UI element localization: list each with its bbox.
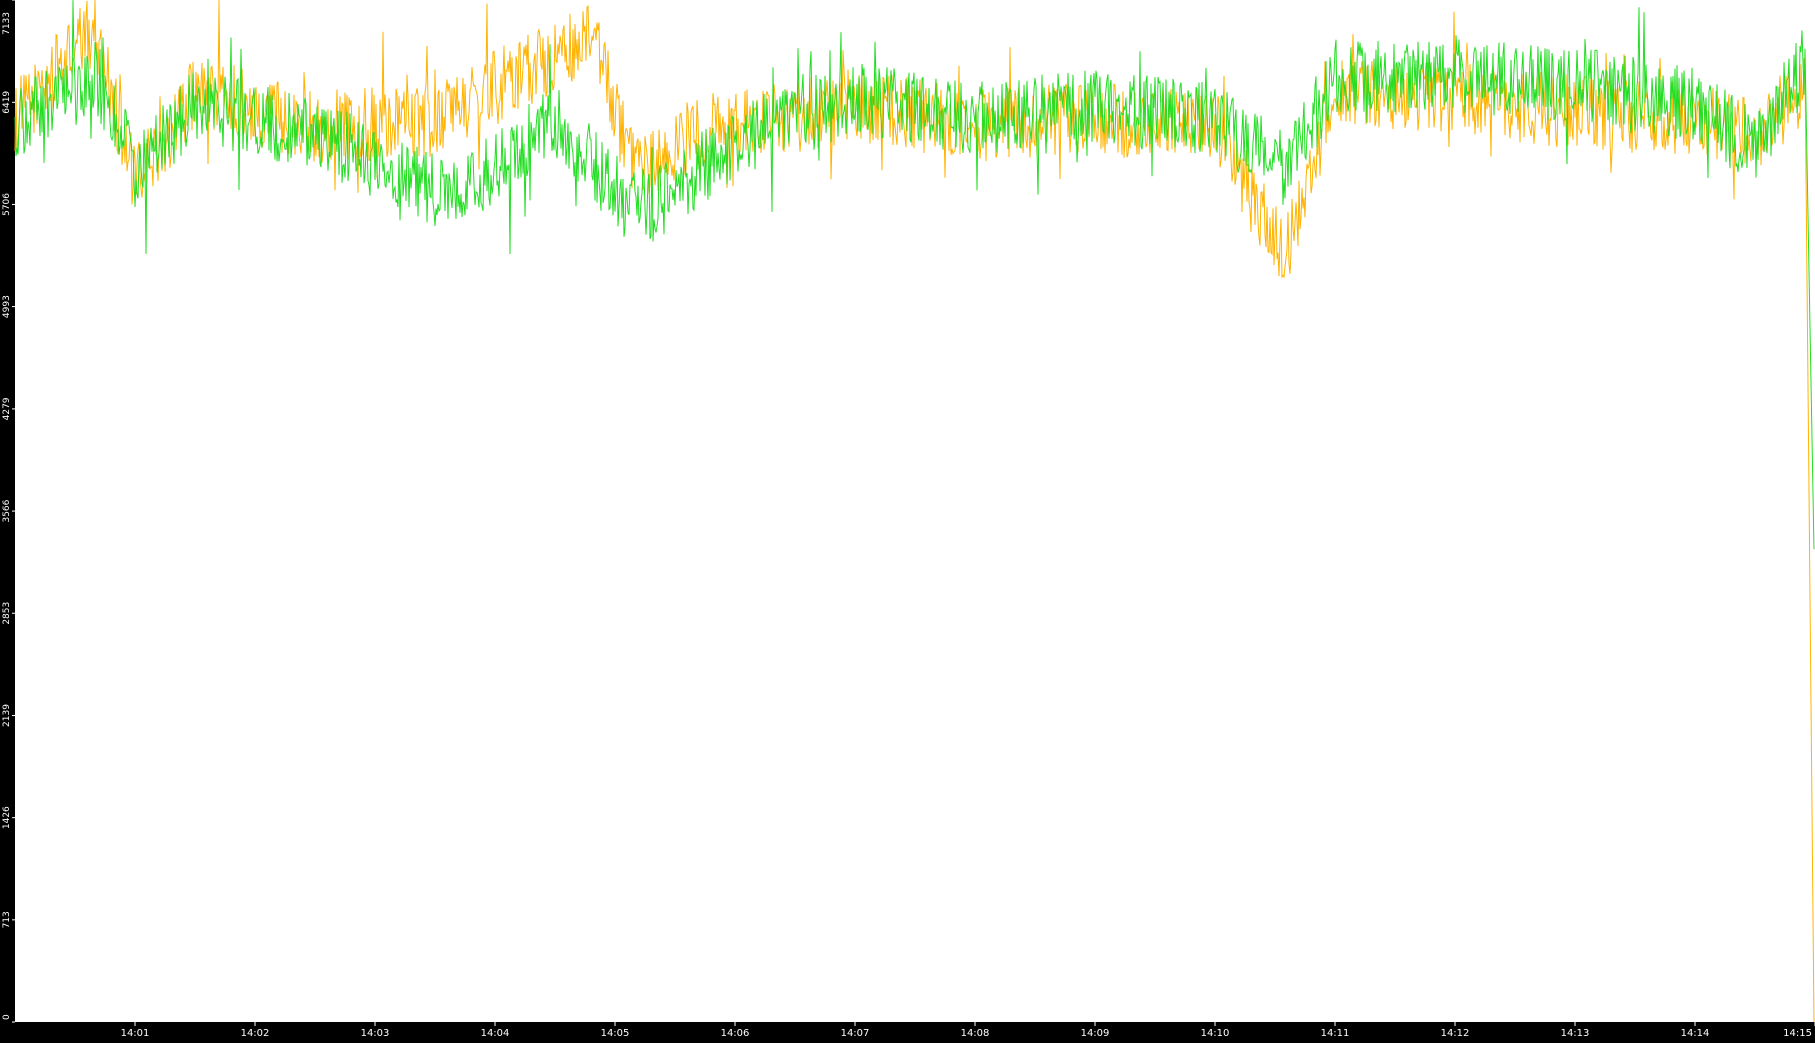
x-tick-label: 14:03 — [361, 1028, 390, 1039]
x-tick-label: 14:14 — [1681, 1028, 1710, 1039]
y-tick-label: 6419 — [2, 91, 12, 114]
x-tick-label: 14:07 — [841, 1028, 870, 1039]
x-tick-label: 14:08 — [961, 1028, 990, 1039]
x-tick-label: 14:15 — [1783, 1028, 1812, 1039]
x-tick-label: 14:13 — [1561, 1028, 1590, 1039]
y-tick-label: 3566 — [2, 499, 12, 522]
plot-area — [15, 0, 1815, 1022]
x-tick-label: 14:10 — [1201, 1028, 1230, 1039]
x-tick-label: 14:11 — [1321, 1028, 1350, 1039]
x-tick-label: 14:01 — [121, 1028, 150, 1039]
y-tick-label: 0 — [2, 1014, 12, 1020]
line-chart: 0 713 1426 2139 2853 3566 4279 4993 5706 6419 7133… — [0, 0, 1815, 1039]
y-tick-label: 2853 — [2, 602, 12, 625]
x-tick-label: 14:02 — [241, 1028, 270, 1039]
y-tick-label: 2139 — [2, 704, 12, 727]
y-tick-label: 5706 — [2, 193, 12, 216]
x-tick-label: 14:12 — [1441, 1028, 1470, 1039]
x-tick-label: 14:06 — [721, 1028, 750, 1039]
chart-area: 0 713 1426 2139 2853 3566 4279 4993 5706 6419 7133… — [0, 0, 1815, 1039]
y-tick-label: 713 — [2, 911, 12, 928]
x-tick-label: 14:04 — [481, 1028, 510, 1039]
y-tick-label: 7133 — [2, 12, 12, 35]
y-tick-label: 1426 — [2, 806, 12, 829]
x-tick-label: 14:05 — [601, 1028, 630, 1039]
x-tick-label: 14:09 — [1081, 1028, 1110, 1039]
y-tick-label: 4993 — [2, 295, 12, 318]
y-tick-label: 4279 — [2, 397, 12, 420]
